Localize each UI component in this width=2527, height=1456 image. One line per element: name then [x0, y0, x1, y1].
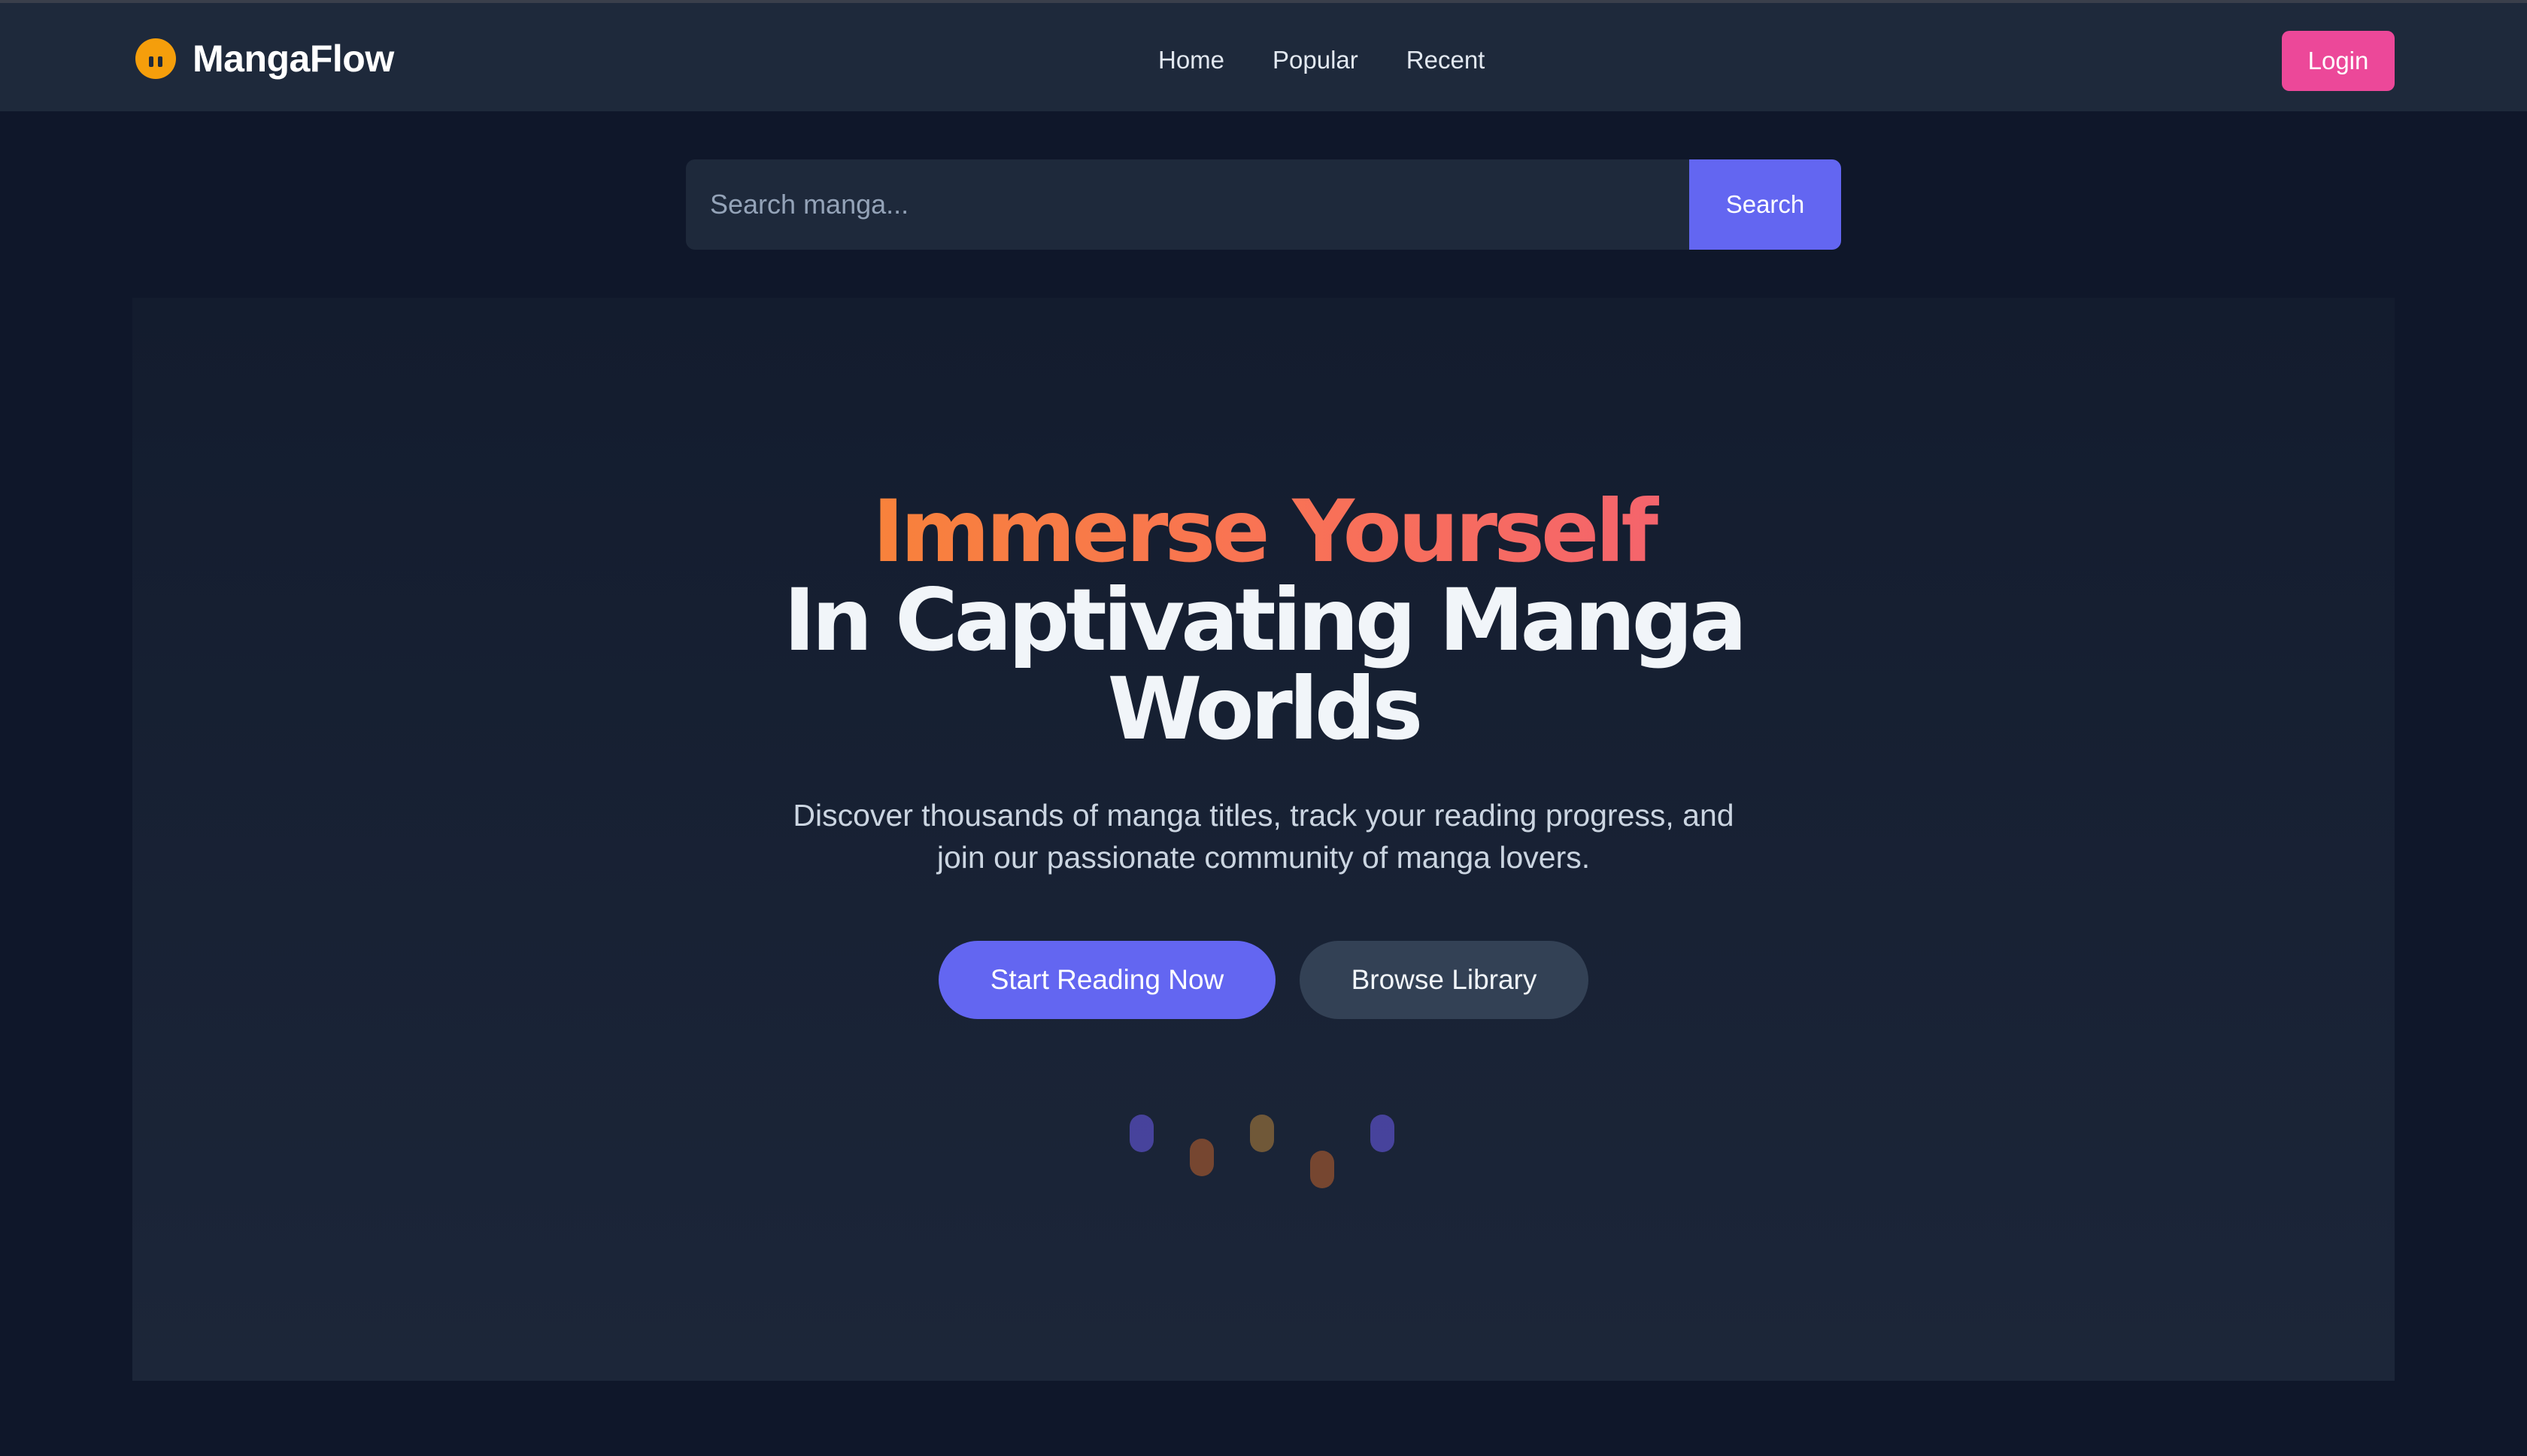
- manga-logo-icon: [135, 38, 176, 79]
- nav-links: Home Popular Recent: [1158, 39, 1485, 81]
- hero-description-line1: Discover thousands of manga titles, trac…: [793, 798, 1734, 833]
- navbar: MangaFlow Home Popular Recent Login: [0, 3, 2527, 111]
- logo-bar-right: [158, 56, 162, 67]
- browse-library-button[interactable]: Browse Library: [1300, 941, 1588, 1019]
- hero-title-line2: In Captivating Manga: [783, 570, 1747, 670]
- search-input[interactable]: [686, 159, 1689, 250]
- loader-dot: [1130, 1115, 1154, 1152]
- start-reading-button[interactable]: Start Reading Now: [939, 941, 1276, 1019]
- login-button[interactable]: Login: [2282, 31, 2395, 91]
- hero-description-line2: join our passionate community of manga l…: [936, 840, 1591, 875]
- loader-dot: [1310, 1151, 1334, 1188]
- loading-indicator: [1130, 1115, 1415, 1197]
- hero-section: Immerse Yourself In Captivating Manga Wo…: [132, 298, 2395, 1381]
- nav-link-home[interactable]: Home: [1158, 46, 1224, 74]
- brand[interactable]: MangaFlow: [135, 36, 394, 81]
- loader-dot: [1250, 1115, 1274, 1152]
- hero-cta-row: Start Reading Now Browse Library: [132, 941, 2395, 1019]
- hero-description: Discover thousands of manga titles, trac…: [132, 794, 2395, 878]
- search-button[interactable]: Search: [1689, 159, 1841, 250]
- nav-link-popular[interactable]: Popular: [1273, 46, 1358, 74]
- hero-title: Immerse Yourself In Captivating Manga Wo…: [132, 487, 2395, 754]
- hero-title-highlight: Immerse Yourself: [132, 487, 2395, 576]
- nav-link-recent[interactable]: Recent: [1406, 46, 1485, 74]
- loader-dot: [1370, 1115, 1394, 1152]
- brand-name: MangaFlow: [193, 38, 394, 80]
- search-bar: Search: [686, 159, 1841, 250]
- loader-dot: [1190, 1139, 1214, 1176]
- logo-bar-left: [149, 56, 153, 67]
- hero-title-line3: Worlds: [1107, 659, 1424, 759]
